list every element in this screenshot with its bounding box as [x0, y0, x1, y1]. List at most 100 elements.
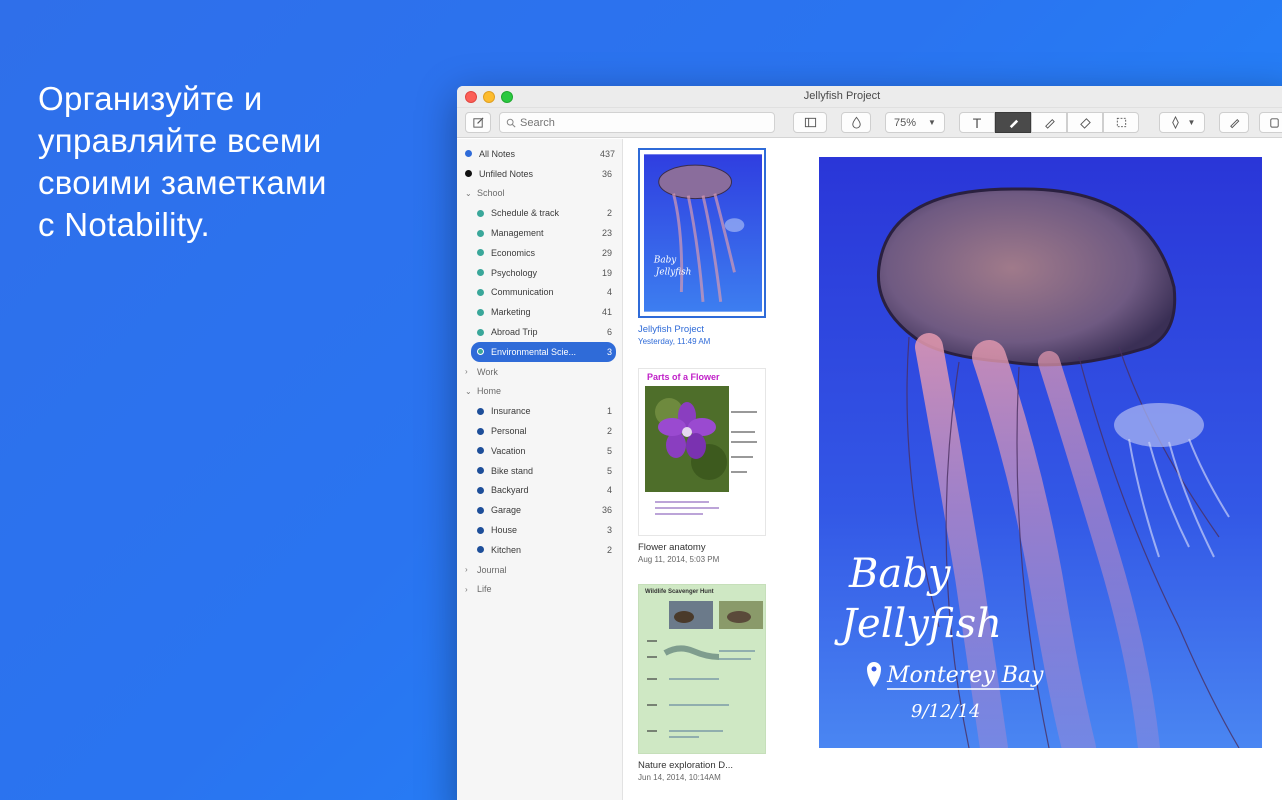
category-color-dot	[477, 249, 484, 257]
chevron-down-icon: ▼	[928, 118, 936, 127]
highlighter-tool-button[interactable]	[1031, 112, 1067, 133]
sidebar-item-label: Abroad Trip	[491, 327, 538, 338]
eraser-tool-button[interactable]	[1067, 112, 1103, 133]
chevron-down-icon: ▼	[1187, 118, 1196, 127]
note-thumbnail: Parts of a Flower	[638, 368, 766, 536]
sidebar-group-school[interactable]: ⌄ School	[457, 184, 622, 204]
share-button[interactable]	[1259, 112, 1282, 133]
pencil-button[interactable]	[1219, 112, 1249, 133]
sidebar-item-count: 2	[606, 544, 612, 555]
sidebar-item-economics[interactable]: Economics 29	[457, 243, 622, 263]
category-color-dot	[477, 288, 484, 296]
sidebar-item-backyard[interactable]: Backyard 4	[457, 481, 622, 501]
note-card-jellyfish[interactable]: Baby Jellyfish Jellyfish Project Yesterd…	[638, 148, 766, 346]
sidebar-item-marketing[interactable]: Marketing 41	[457, 302, 622, 322]
note-card-nature[interactable]: Wildlife Scavenger Hunt Nature explorati…	[638, 584, 766, 782]
svg-text:Jellyfish: Jellyfish	[654, 267, 692, 277]
sidebar-item-label: Garage	[491, 505, 522, 516]
sidebar: All Notes 437 Unfiled Notes 36 ⌄ School …	[457, 139, 623, 800]
compose-icon	[472, 117, 484, 128]
canvas-handwriting-jellyfish: Jellyfish	[834, 601, 1002, 647]
pen-style-button[interactable]: ▼	[1159, 112, 1205, 133]
sidebar-item-house[interactable]: House 3	[457, 520, 622, 540]
share-icon	[1269, 118, 1279, 128]
category-color-dot	[477, 308, 484, 316]
chevron-down-icon: ⌄	[465, 188, 472, 198]
pen-nib-icon	[1171, 116, 1179, 129]
sidebar-item-count: 3	[606, 525, 612, 536]
sidebar-item-label: Kitchen	[491, 544, 522, 555]
sidebar-item-count: 437	[600, 148, 616, 159]
sidebar-item-count: 4	[606, 485, 612, 496]
eraser-icon	[1079, 118, 1091, 129]
sidebar-item-unfiled-notes[interactable]: Unfiled Notes 36	[457, 164, 622, 184]
canvas-handwriting-date: 9/12/14	[911, 701, 980, 722]
note-thumbnail: Wildlife Scavenger Hunt	[638, 584, 766, 754]
sidebar-item-label: All Notes	[479, 148, 516, 159]
group-label: Journal	[477, 564, 507, 575]
sidebar-item-bike-stand[interactable]: Bike stand 5	[457, 461, 622, 481]
text-tool-icon: T	[972, 114, 982, 131]
note-page: Baby Jellyfish Monterey Bay 9/12/14	[819, 157, 1262, 748]
chevron-right-icon: ›	[465, 367, 468, 377]
sidebar-item-count: 6	[606, 327, 612, 338]
category-color-dot	[477, 486, 484, 494]
sidebar-item-count: 5	[606, 445, 612, 456]
category-color-dot	[477, 526, 484, 534]
sidebar-item-label: Bike stand	[491, 465, 534, 476]
text-tool-button[interactable]: T	[959, 112, 995, 133]
search-icon	[506, 118, 516, 128]
sidebar-group-work[interactable]: › Work	[457, 362, 622, 382]
note-card-flower[interactable]: Parts of a Flower Flower anatomy Aug 11,…	[638, 368, 766, 564]
sidebar-item-management[interactable]: Management 23	[457, 223, 622, 243]
sidebar-group-journal[interactable]: › Journal	[457, 560, 622, 580]
sidebar-item-label: Insurance	[491, 406, 531, 417]
note-canvas[interactable]: Baby Jellyfish Monterey Bay 9/12/14	[770, 139, 1282, 800]
sidebar-item-count: 5	[606, 465, 612, 476]
group-label: Life	[477, 584, 492, 595]
lasso-tool-button[interactable]	[1103, 112, 1139, 133]
sidebar-item-label: Communication	[491, 287, 554, 298]
sidebar-item-count: 4	[606, 287, 612, 298]
sidebar-item-personal[interactable]: Personal 2	[457, 421, 622, 441]
jellyfish-thumbnail-image: Baby Jellyfish	[644, 154, 762, 312]
sidebar-item-count: 1	[606, 406, 612, 417]
note-title: Jellyfish Project	[638, 324, 704, 335]
search-input[interactable]	[520, 116, 760, 129]
category-color-dot	[477, 348, 484, 356]
sidebar-item-kitchen[interactable]: Kitchen 2	[457, 540, 622, 560]
category-color-dot	[465, 150, 472, 158]
sidebar-item-count: 19	[601, 267, 612, 278]
sidebar-group-life[interactable]: › Life	[457, 580, 622, 600]
sidebar-toggle-button[interactable]	[793, 112, 827, 133]
note-date: Yesterday, 11:49 AM	[638, 337, 711, 346]
sidebar-item-psychology[interactable]: Psychology 19	[457, 263, 622, 283]
category-color-dot	[477, 546, 484, 554]
sidebar-item-all-notes[interactable]: All Notes 437	[457, 144, 622, 164]
sidebar-item-label: Unfiled Notes	[479, 168, 534, 179]
sidebar-item-label: Personal	[491, 426, 527, 437]
sidebar-group-home[interactable]: ⌄ Home	[457, 382, 622, 402]
sidebar-item-environmental-science[interactable]: Environmental Scie... 3	[471, 341, 616, 362]
category-color-dot	[477, 407, 484, 415]
sidebar-item-schedule[interactable]: Schedule & track 2	[457, 203, 622, 223]
sidebar-item-count: 29	[601, 247, 612, 258]
drop-icon	[851, 116, 861, 129]
sidebar-item-label: Economics	[491, 247, 536, 258]
canvas-handwriting-location: Monterey Bay	[886, 663, 1044, 688]
new-note-button[interactable]	[465, 112, 491, 133]
group-label: Home	[477, 386, 502, 397]
sidebar-item-vacation[interactable]: Vacation 5	[457, 441, 622, 461]
flower-thumbnail-image	[645, 386, 757, 515]
note-thumbnail: Baby Jellyfish	[638, 148, 766, 318]
category-color-dot	[477, 209, 484, 217]
pen-tool-button[interactable]	[995, 112, 1031, 133]
sidebar-item-abroad-trip[interactable]: Abroad Trip 6	[457, 322, 622, 342]
paper-button[interactable]	[841, 112, 871, 133]
sidebar-item-communication[interactable]: Communication 4	[457, 283, 622, 303]
sidebar-item-insurance[interactable]: Insurance 1	[457, 401, 622, 421]
sidebar-item-garage[interactable]: Garage 36	[457, 500, 622, 520]
zoom-select[interactable]: 75% ▼	[885, 112, 945, 133]
lasso-icon	[1116, 117, 1126, 128]
search-field[interactable]	[499, 112, 775, 133]
